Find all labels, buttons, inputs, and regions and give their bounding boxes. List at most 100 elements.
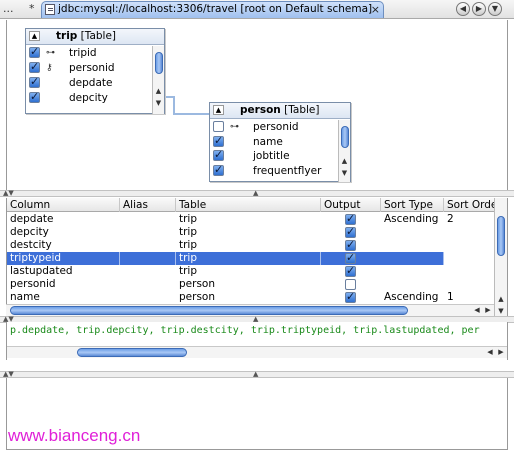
- grid-vertical-scrollbar[interactable]: ▲ ▼: [494, 198, 508, 318]
- scroll-up-arrow-icon[interactable]: ▲: [153, 86, 164, 96]
- person-column-row[interactable]: jobtitle: [210, 148, 332, 163]
- scroll-up-arrow-icon[interactable]: ▲: [339, 156, 350, 166]
- tab-previous[interactable]: ... *: [3, 1, 35, 17]
- tab-list-dropdown-button[interactable]: ▼: [488, 2, 502, 16]
- scroll-down-arrow-icon[interactable]: ▼: [495, 306, 507, 316]
- grid-cell-alias[interactable]: [120, 291, 176, 304]
- person-table-box[interactable]: ▲ person [Table] ⊶ personid name jobtitle fr…: [209, 102, 351, 182]
- grid-cell-sort-type[interactable]: Ascending: [381, 213, 444, 226]
- scroll-left-arrow-icon[interactable]: ◀: [472, 305, 482, 316]
- grid-cell-sort-order[interactable]: 1: [444, 291, 494, 304]
- grid-cell-sort-type[interactable]: [381, 265, 444, 278]
- grid-cell-alias[interactable]: [120, 213, 176, 226]
- grid-cell-table[interactable]: person: [176, 291, 321, 304]
- scroll-down-arrow-icon[interactable]: ▼: [339, 168, 350, 178]
- trip-column-row[interactable]: ⚷ personid: [26, 60, 148, 75]
- sql-text-pane[interactable]: p.depdate, trip.depcity, trip.destcity, …: [6, 322, 508, 360]
- trip-table-box[interactable]: ▲ trip [Table] ⊶ tripid ⚷ personid depdate de…: [25, 28, 165, 114]
- collapse-icon[interactable]: ▲: [29, 31, 40, 41]
- grid-cell-sort-order[interactable]: [444, 239, 494, 252]
- grid-cell-column[interactable]: depdate: [7, 213, 120, 226]
- person-column-row[interactable]: name: [210, 134, 332, 149]
- output-checkbox[interactable]: [345, 225, 356, 238]
- grid-cell-column[interactable]: lastupdated: [7, 265, 120, 278]
- person-column-checkbox[interactable]: [213, 121, 224, 132]
- grid-cell-alias[interactable]: [120, 226, 176, 239]
- grid-cell-sort-type[interactable]: [381, 278, 444, 291]
- pane-splitter[interactable]: ▲▼ ▲: [0, 189, 514, 197]
- output-checkbox[interactable]: [345, 251, 356, 264]
- grid-cell-sort-type[interactable]: Ascending: [381, 291, 444, 304]
- scroll-tabs-right-button[interactable]: ▶: [472, 2, 486, 16]
- grid-header-column[interactable]: Column: [7, 198, 120, 212]
- grid-cell-column[interactable]: destcity: [7, 239, 120, 252]
- grid-cell-table[interactable]: trip: [176, 239, 321, 252]
- trip-table-scroll-thumb[interactable]: [155, 52, 163, 74]
- output-checkbox[interactable]: [345, 279, 356, 290]
- grid-horizontal-scrollbar[interactable]: ◀ ▶: [6, 304, 494, 316]
- person-column-row[interactable]: frequentflyer: [210, 163, 332, 178]
- sql-horizontal-scrollbar[interactable]: ◀ ▶: [7, 346, 507, 358]
- table-row[interactable]: depdate trip Ascending2: [7, 212, 494, 226]
- person-table-scroll-thumb[interactable]: [341, 126, 349, 148]
- trip-column-checkbox[interactable]: [29, 90, 40, 104]
- scroll-right-arrow-icon[interactable]: ▶: [483, 305, 493, 316]
- trip-column-checkbox[interactable]: [29, 45, 40, 59]
- grid-cell-sort-order[interactable]: [444, 226, 494, 239]
- trip-column-checkbox[interactable]: [29, 60, 40, 74]
- trip-column-row[interactable]: depdate: [26, 75, 148, 90]
- grid-cell-column[interactable]: name: [7, 291, 120, 304]
- person-table-scrollbar[interactable]: ▲ ▼: [338, 120, 350, 182]
- close-icon[interactable]: ×: [371, 2, 380, 17]
- table-row[interactable]: triptypeid trip: [7, 251, 444, 265]
- grid-cell-table[interactable]: person: [176, 278, 321, 291]
- output-checkbox[interactable]: [345, 290, 356, 303]
- grid-cell-alias[interactable]: [120, 278, 176, 291]
- grid-cell-alias[interactable]: [120, 265, 176, 278]
- grid-scroll-thumb[interactable]: [497, 216, 505, 256]
- person-column-checkbox[interactable]: [213, 134, 224, 148]
- table-row[interactable]: personid person: [7, 278, 494, 291]
- scroll-tabs-left-button[interactable]: ◀: [456, 2, 470, 16]
- table-row[interactable]: destcity trip: [7, 238, 494, 252]
- grid-header-table[interactable]: Table: [176, 198, 321, 212]
- grid-header-output[interactable]: Output: [321, 198, 381, 212]
- output-checkbox[interactable]: [345, 212, 356, 225]
- table-row[interactable]: name person Ascending1: [7, 290, 494, 304]
- grid-header-sort-order[interactable]: Sort Order: [444, 198, 494, 212]
- scroll-right-arrow-icon[interactable]: ▶: [496, 347, 506, 358]
- person-column-checkbox[interactable]: [213, 163, 224, 177]
- grid-cell-alias[interactable]: [120, 252, 176, 265]
- pane-splitter[interactable]: ▲▼ ▲: [0, 370, 514, 378]
- sql-statement[interactable]: p.depdate, trip.depcity, trip.destcity, …: [10, 325, 480, 336]
- scroll-left-arrow-icon[interactable]: ◀: [485, 347, 495, 358]
- sql-hscroll-thumb[interactable]: [77, 348, 187, 357]
- table-row[interactable]: depcity trip: [7, 225, 494, 239]
- grid-cell-alias[interactable]: [120, 239, 176, 252]
- splitter-collapse-icon[interactable]: ▲▼: [3, 370, 14, 378]
- grid-hscroll-thumb[interactable]: [10, 306, 408, 315]
- person-column-row[interactable]: ⊶ personid: [210, 120, 332, 134]
- grid-cell-table[interactable]: trip: [176, 213, 321, 226]
- output-checkbox[interactable]: [345, 238, 356, 251]
- grid-cell-sort-type[interactable]: [381, 239, 444, 252]
- grid-cell-sort-type[interactable]: [381, 252, 444, 265]
- grid-cell-table[interactable]: trip: [176, 226, 321, 239]
- grid-cell-table[interactable]: trip: [176, 265, 321, 278]
- grid-cell-column[interactable]: depcity: [7, 226, 120, 239]
- person-column-checkbox[interactable]: [213, 148, 224, 162]
- scroll-up-arrow-icon[interactable]: ▲: [495, 294, 507, 304]
- grid-cell-column[interactable]: triptypeid: [7, 252, 120, 265]
- collapse-icon[interactable]: ▲: [213, 105, 224, 115]
- trip-column-row[interactable]: depcity: [26, 90, 148, 105]
- tab-query-editor[interactable]: jdbc:mysql://localhost:3306/travel [root…: [41, 1, 384, 18]
- grid-cell-sort-order[interactable]: 2: [444, 213, 494, 226]
- grid-header-sort-type[interactable]: Sort Type: [381, 198, 444, 212]
- scroll-down-arrow-icon[interactable]: ▼: [153, 98, 164, 108]
- splitter-collapse-icon[interactable]: ▲▼: [3, 189, 14, 197]
- grid-header-alias[interactable]: Alias: [120, 198, 176, 212]
- trip-table-scrollbar[interactable]: ▲ ▼: [152, 46, 164, 114]
- grid-cell-column[interactable]: personid: [7, 278, 120, 291]
- grid-cell-table[interactable]: trip: [176, 252, 321, 265]
- output-checkbox[interactable]: [345, 264, 356, 277]
